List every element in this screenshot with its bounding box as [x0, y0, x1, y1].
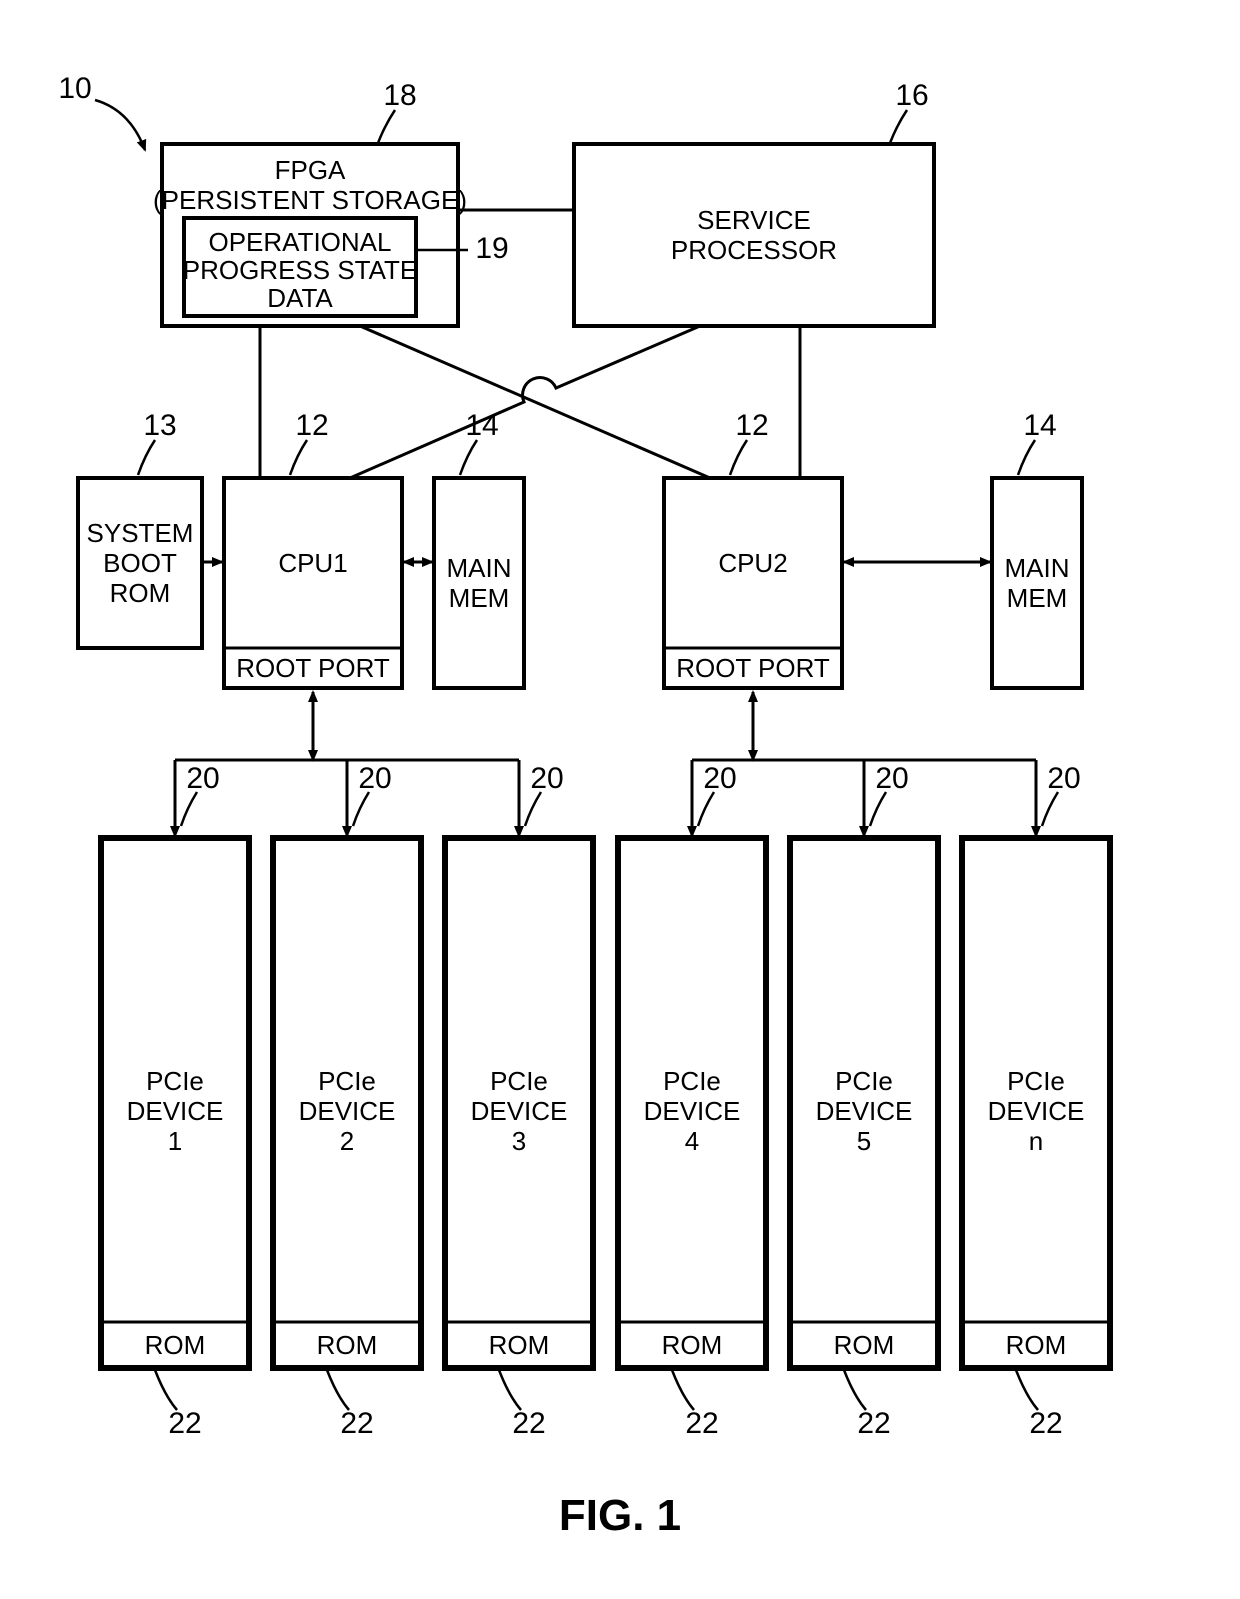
pcie-label2-1: DEVICE: [127, 1096, 224, 1126]
boot-1: SYSTEM: [87, 518, 194, 548]
figure-label: FIG. 1: [559, 1491, 681, 1540]
leader-20-1: [181, 792, 197, 826]
ref-rom-5: 22: [857, 1407, 890, 1440]
opsd-3: DATA: [267, 283, 333, 313]
pcie-label2-4: DEVICE: [644, 1096, 741, 1126]
pcie-label2-2: DEVICE: [299, 1096, 396, 1126]
pcie-group: PCIeDEVICE1ROM2022PCIeDEVICE2ROM2022PCIe…: [101, 692, 1110, 1440]
ref-system: 10: [58, 72, 91, 105]
rom-label-3: ROM: [489, 1330, 550, 1360]
ref-pcie-3: 20: [530, 762, 563, 795]
opsd-2: PROGRESS STATE: [183, 255, 418, 285]
pcie-label2-n: DEVICE: [988, 1096, 1085, 1126]
leader-22-1: [155, 1370, 177, 1410]
cpu2-label: CPU2: [718, 548, 787, 578]
link-fpga-cpu2: [360, 326, 710, 478]
ref-rom-3: 22: [512, 1407, 545, 1440]
leader-22-3: [499, 1370, 521, 1410]
pcie-label1-1: PCIe: [146, 1066, 204, 1096]
ref-mem2: 14: [1023, 409, 1056, 442]
leader-10: [95, 100, 145, 150]
pcie-label2-5: DEVICE: [816, 1096, 913, 1126]
pcie-label1-4: PCIe: [663, 1066, 721, 1096]
boot-2: BOOT: [103, 548, 177, 578]
leader-12b: [730, 440, 747, 475]
leader-20-5: [870, 792, 886, 826]
rom-label-5: ROM: [834, 1330, 895, 1360]
ref-bootrom: 13: [143, 409, 176, 442]
leader-22-2: [327, 1370, 349, 1410]
ref-rom-4: 22: [685, 1407, 718, 1440]
pcie-label2-3: DEVICE: [471, 1096, 568, 1126]
pcie-id-3: 3: [512, 1126, 526, 1156]
leader-20-4: [698, 792, 714, 826]
mem1-2: MEM: [449, 583, 510, 613]
ref-fpga: 18: [383, 79, 416, 112]
svc-1: SERVICE: [697, 205, 811, 235]
leader-14b: [1018, 440, 1035, 475]
diagram: 10 FPGA (PERSISTENT STORAGE) OPERATIONAL…: [0, 0, 1240, 1599]
pcie-label1-2: PCIe: [318, 1066, 376, 1096]
ref-pcie-n: 20: [1047, 762, 1080, 795]
cpu2-root: ROOT PORT: [676, 653, 830, 683]
ref-rom-n: 22: [1029, 1407, 1062, 1440]
pcie-id-2: 2: [340, 1126, 354, 1156]
leader-20-n: [1042, 792, 1058, 826]
cpu1-label: CPU1: [278, 548, 347, 578]
leader-18: [378, 110, 395, 143]
leader-13: [138, 440, 155, 475]
pcie-id-4: 4: [685, 1126, 699, 1156]
leader-12a: [290, 440, 307, 475]
fpga-title-2: (PERSISTENT STORAGE): [153, 185, 467, 215]
ref-cpu2: 12: [735, 409, 768, 442]
pcie-id-n: n: [1029, 1126, 1043, 1156]
ref-pcie-1: 20: [186, 762, 219, 795]
ref-cpu1: 12: [295, 409, 328, 442]
leader-16: [890, 110, 907, 143]
leader-20-2: [353, 792, 369, 826]
leader-22-5: [844, 1370, 866, 1410]
rom-label-1: ROM: [145, 1330, 206, 1360]
ref-svc: 16: [895, 79, 928, 112]
ref-pcie-4: 20: [703, 762, 736, 795]
svc-2: PROCESSOR: [671, 235, 837, 265]
mem1-1: MAIN: [447, 553, 512, 583]
leader-22-n: [1016, 1370, 1038, 1410]
opsd-1: OPERATIONAL: [208, 227, 391, 257]
ref-rom-1: 22: [168, 1407, 201, 1440]
rom-label-n: ROM: [1006, 1330, 1067, 1360]
pcie-id-1: 1: [168, 1126, 182, 1156]
cpu1-root: ROOT PORT: [236, 653, 390, 683]
link-svc-cpu1: [350, 326, 700, 478]
ref-opsd: 19: [475, 232, 508, 265]
pcie-id-5: 5: [857, 1126, 871, 1156]
ref-pcie-5: 20: [875, 762, 908, 795]
pcie-label1-n: PCIe: [1007, 1066, 1065, 1096]
boot-3: ROM: [110, 578, 171, 608]
pcie-label1-5: PCIe: [835, 1066, 893, 1096]
ref-rom-2: 22: [340, 1407, 373, 1440]
ref-pcie-2: 20: [358, 762, 391, 795]
leader-22-4: [672, 1370, 694, 1410]
mem2-2: MEM: [1007, 583, 1068, 613]
rom-label-4: ROM: [662, 1330, 723, 1360]
mem2-1: MAIN: [1005, 553, 1070, 583]
pcie-label1-3: PCIe: [490, 1066, 548, 1096]
leader-20-3: [525, 792, 541, 826]
rom-label-2: ROM: [317, 1330, 378, 1360]
leader-14a: [460, 440, 477, 475]
fpga-title-1: FPGA: [275, 155, 346, 185]
